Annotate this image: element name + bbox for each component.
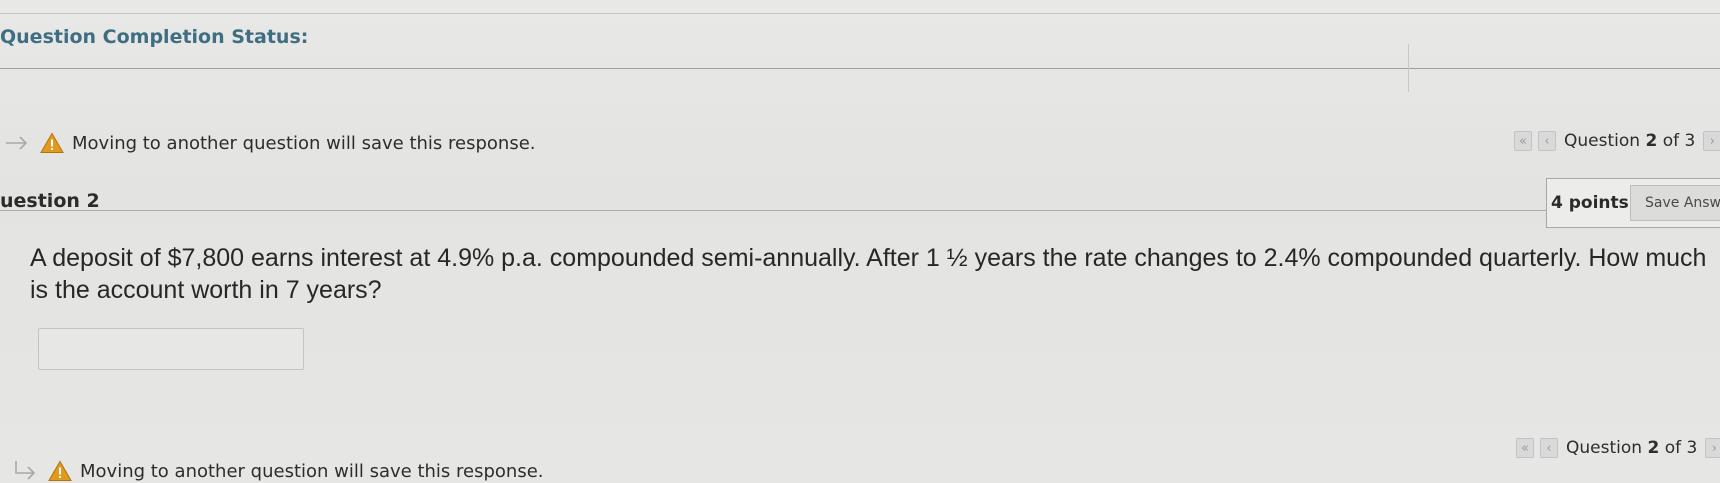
save-warning-text: Moving to another question will save thi… <box>80 460 544 482</box>
first-question-button[interactable]: « <box>1514 131 1532 151</box>
warning-triangle-icon <box>40 132 64 153</box>
save-warning-text: Moving to another question will save thi… <box>72 132 536 154</box>
question-prefix: Question <box>1564 131 1641 151</box>
question-position-label: Question 2 of 3 <box>1566 438 1697 458</box>
completion-status-title: Question Completion Status: <box>0 26 309 48</box>
save-answer-button[interactable]: Save Answer <box>1630 185 1720 221</box>
status-divider <box>0 68 1720 69</box>
question-prefix: Question <box>1566 438 1643 458</box>
previous-question-button[interactable]: ‹ <box>1540 438 1558 458</box>
question-title: uestion 2 <box>0 190 100 212</box>
question-current: 2 <box>1647 438 1660 458</box>
arrow-down-right-icon <box>15 461 36 480</box>
question-header-divider <box>0 210 1548 211</box>
warning-triangle-icon <box>48 460 72 481</box>
question-text: A deposit of $7,800 earns interest at 4.… <box>30 244 1707 304</box>
points-value: 4 points <box>1551 193 1629 213</box>
next-question-button[interactable]: › <box>1705 438 1720 458</box>
question-current: 2 <box>1645 131 1658 151</box>
save-warning-bottom: Moving to another question will save thi… <box>12 460 544 482</box>
question-total: 3 <box>1684 131 1696 151</box>
question-separator: of <box>1662 131 1680 151</box>
question-navigation-top: « ‹ Question 2 of 3 › <box>1514 131 1720 151</box>
question-navigation-bottom: « ‹ Question 2 of 3 › <box>1516 438 1720 458</box>
arrow-right-icon <box>6 136 28 150</box>
top-divider <box>0 13 1720 14</box>
next-question-button[interactable]: › <box>1703 131 1720 151</box>
question-position-label: Question 2 of 3 <box>1564 131 1695 151</box>
previous-question-button[interactable]: ‹ <box>1538 131 1556 151</box>
save-warning-top: Moving to another question will save thi… <box>4 132 536 154</box>
first-question-button[interactable]: « <box>1516 438 1534 458</box>
answer-input[interactable] <box>38 328 304 370</box>
status-divider-vertical <box>1408 44 1409 92</box>
question-total: 3 <box>1686 438 1698 458</box>
question-separator: of <box>1664 438 1682 458</box>
